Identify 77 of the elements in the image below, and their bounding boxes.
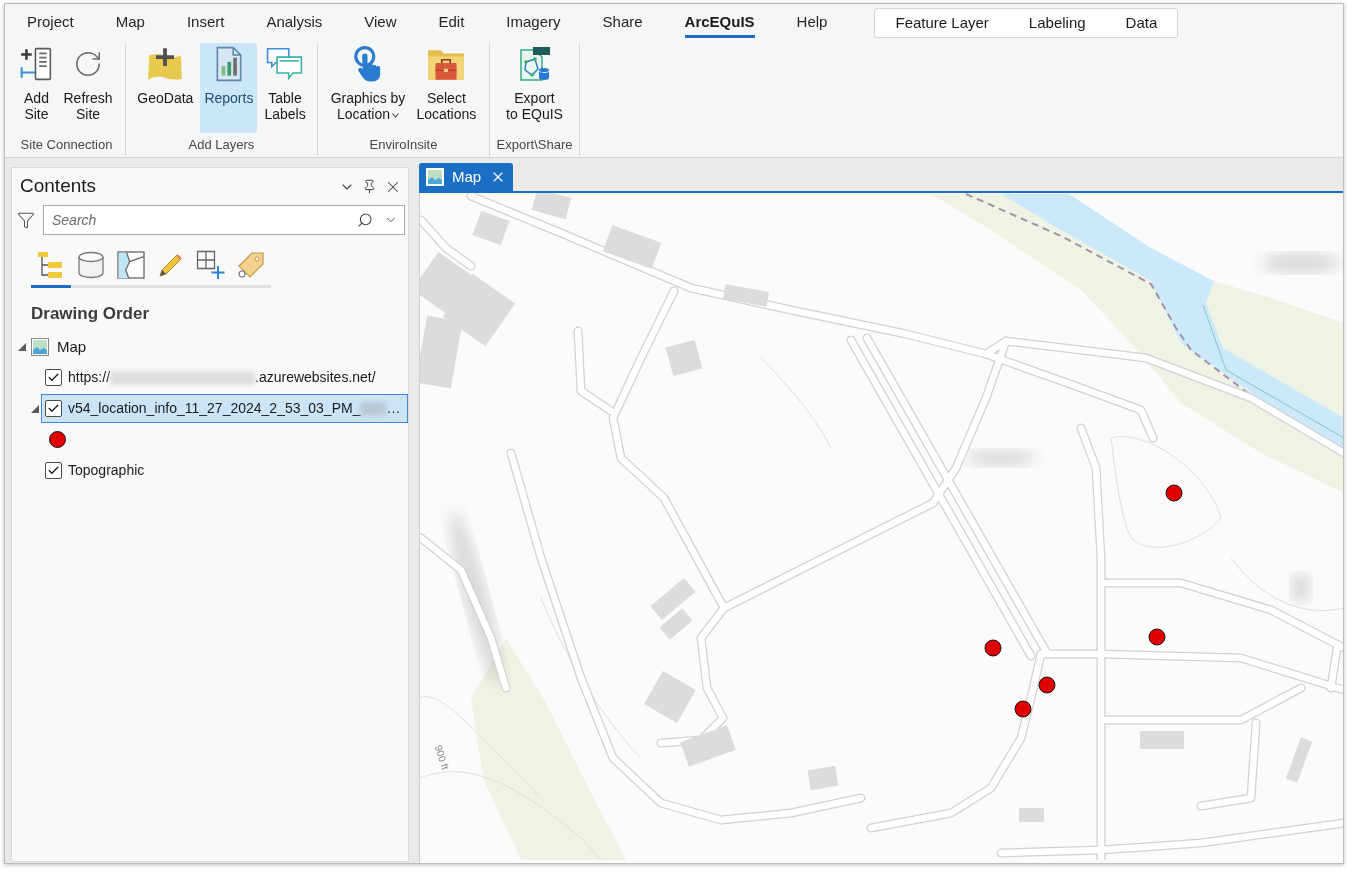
building-footprint	[531, 193, 572, 220]
ribbon-button[interactable]: Select Locations	[412, 43, 481, 133]
search-field[interactable]: Search	[43, 205, 405, 235]
map-selection-icon	[117, 251, 145, 279]
pane-title: Contents	[20, 174, 97, 199]
expand-triangle-icon[interactable]	[18, 343, 26, 351]
group-label: EnviroInsite	[369, 137, 438, 153]
contextual-tab[interactable]: Labeling	[1008, 9, 1106, 37]
database-icon	[77, 251, 105, 279]
ribbon-button[interactable]: Export to EQuIS	[502, 43, 567, 133]
contextual-tab[interactable]: Feature Layer	[875, 9, 1009, 37]
hillshade-patch	[1291, 573, 1311, 603]
folder-toolbox-icon	[427, 47, 466, 81]
layer-name[interactable]: Topographic	[68, 460, 145, 481]
speech-bubbles-icon	[266, 47, 305, 81]
pin-icon[interactable]	[362, 179, 377, 194]
drawing-order-icon	[37, 251, 65, 279]
refresh-icon	[73, 49, 103, 79]
ribbon-tab[interactable]: Imagery	[485, 7, 582, 39]
ribbon-tab[interactable]: Analysis	[245, 7, 344, 39]
location-marker-icon[interactable]	[1014, 700, 1032, 718]
building-footprint	[1140, 731, 1184, 749]
location-marker-icon[interactable]	[1165, 484, 1183, 502]
group-label: Export\Share	[496, 137, 573, 153]
building-footprint	[723, 284, 769, 307]
expand-triangle-icon[interactable]	[31, 404, 39, 413]
search-icon[interactable]	[357, 212, 373, 228]
ribbon-button[interactable]: Graphics by Location	[326, 43, 410, 133]
layer-row[interactable]: v54_location_info_11_27_2024_2_53_03_PM_ …	[41, 394, 408, 423]
map-view[interactable]: 900 ft	[419, 193, 1343, 863]
location-marker-icon[interactable]	[1038, 676, 1056, 694]
ribbon-button[interactable]: Reports	[200, 43, 258, 133]
pencil-icon	[158, 252, 184, 278]
dropdown-caret-icon	[392, 112, 399, 118]
map-name[interactable]: Map	[57, 335, 87, 359]
ribbon-tab[interactable]: Project	[6, 7, 95, 39]
layer-name[interactable]: v54_location_info_11_27_2024_2_53_03_PM_ …	[68, 398, 401, 419]
map-icon	[426, 168, 444, 186]
location-marker-icon[interactable]	[1148, 628, 1166, 646]
grid-plus-icon	[196, 250, 226, 280]
group-label: Site Connection	[20, 137, 113, 153]
check-icon	[47, 402, 60, 415]
contour-label: 900 ft	[431, 743, 452, 772]
ribbon-tab[interactable]: ArcEQuIS	[663, 7, 776, 39]
check-icon	[47, 371, 60, 384]
json-document-icon	[517, 46, 552, 82]
contextual-tab[interactable]: Data	[1105, 9, 1178, 37]
layer-row[interactable]: Topographic	[41, 456, 408, 485]
section-heading: Drawing Order	[31, 304, 151, 324]
ribbon-button[interactable]: GeoData	[133, 43, 198, 133]
hillshade-patch	[966, 450, 1036, 466]
layer-checkbox[interactable]	[45, 462, 62, 479]
ribbon-button[interactable]: Add Site	[16, 43, 57, 133]
location-marker-icon[interactable]	[984, 639, 1002, 657]
point-symbol-icon	[49, 431, 66, 448]
ribbon-tab[interactable]: Map	[94, 7, 166, 39]
server-plus-icon	[20, 47, 53, 81]
tag-icon	[236, 250, 266, 280]
layer-checkbox[interactable]	[45, 400, 62, 417]
ribbon-tab[interactable]: View	[343, 7, 418, 39]
building-footprint	[807, 765, 839, 791]
ribbon-tab[interactable]: Edit	[417, 7, 486, 39]
ribbon-button[interactable]: Table Labels	[260, 43, 310, 133]
filter-icon[interactable]	[17, 211, 35, 229]
building-footprint	[1019, 808, 1044, 822]
layer-checkbox[interactable]	[45, 369, 62, 386]
map-icon	[31, 338, 49, 356]
ribbon-tab[interactable]: Help	[775, 7, 849, 39]
ribbon-button[interactable]: Refresh Site	[59, 43, 117, 133]
ribbon-tab[interactable]: Share	[581, 7, 664, 39]
map-tab[interactable]: Map	[419, 163, 513, 191]
group-label: Add Layers	[188, 137, 255, 153]
layer-row[interactable]: https:// .azurewebsites.net/	[41, 363, 408, 392]
layer-name[interactable]: https:// .azurewebsites.net/	[68, 367, 376, 388]
map-plus-icon	[146, 47, 185, 81]
check-icon	[47, 464, 60, 477]
ribbon-tab[interactable]: Insert	[165, 7, 246, 39]
